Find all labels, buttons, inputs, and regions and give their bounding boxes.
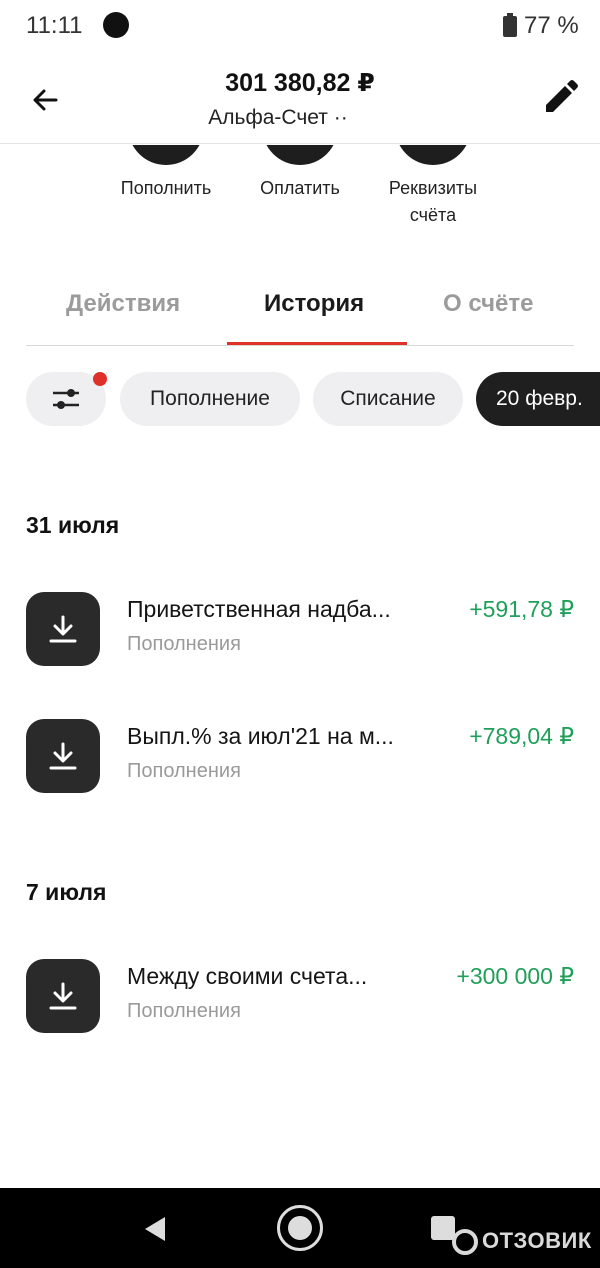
chip-income[interactable]: Пополнение	[120, 372, 300, 426]
transaction-amount: +300 000 ₽	[456, 963, 574, 989]
pay-icon[interactable]	[262, 145, 338, 165]
nav-home-icon[interactable]	[277, 1205, 323, 1251]
date-header: 31 июля	[26, 512, 120, 538]
transaction-row[interactable]: Приветственная надба... Пополнения +591,…	[26, 592, 574, 666]
transaction-category: Пополнения	[127, 633, 241, 655]
action-label: Пополнить	[120, 178, 212, 198]
active-tab-indicator	[227, 342, 407, 345]
status-bar: 11:11 77 %	[0, 0, 600, 52]
top-up-icon[interactable]	[128, 145, 204, 165]
battery-icon	[503, 13, 517, 37]
filter-chips: Пополнение Списание 20 февр.	[0, 372, 600, 426]
date-header: 7 июля	[26, 879, 107, 905]
download-icon	[26, 719, 100, 793]
active-filter-badge	[93, 372, 107, 386]
transaction-title: Между своими счета...	[127, 963, 368, 989]
nav-back-icon[interactable]	[143, 1216, 167, 1242]
action-label: Реквизиты счёта	[388, 178, 478, 225]
watermark: ОТЗОВИК	[482, 1228, 592, 1253]
transaction-row[interactable]: Выпл.% за июл'21 на м... Пополнения +789…	[26, 719, 574, 793]
chip-date-range[interactable]: 20 февр.	[476, 372, 600, 426]
tab-history[interactable]: История	[264, 290, 364, 318]
download-icon	[26, 592, 100, 666]
account-name[interactable]: Альфа-Счет ··	[0, 106, 556, 130]
notification-dot-icon	[103, 12, 129, 38]
status-time: 11:11	[26, 12, 83, 39]
transaction-title: Приветственная надба...	[127, 596, 391, 622]
tab-about-account[interactable]: О счёте	[443, 290, 533, 318]
account-balance: 301 380,82 ₽	[225, 69, 375, 97]
quick-actions: Пополнить Оплатить Реквизиты счёта	[0, 145, 600, 235]
filter-sliders-icon	[53, 389, 79, 409]
nav-recents-icon[interactable]	[431, 1216, 455, 1240]
download-icon	[26, 959, 100, 1033]
transaction-title: Выпл.% за июл'21 на м...	[127, 723, 394, 749]
requisites-icon[interactable]	[395, 145, 471, 165]
transaction-amount: +591,78 ₽	[469, 596, 574, 622]
tab-actions[interactable]: Действия	[66, 290, 180, 318]
transaction-category: Пополнения	[127, 760, 241, 782]
edit-pencil-icon[interactable]	[538, 76, 582, 120]
transaction-amount: +789,04 ₽	[469, 723, 574, 749]
action-label: Оплатить	[260, 178, 340, 198]
account-tabs: Действия История О счёте	[26, 270, 574, 346]
watermark-logo-icon	[452, 1229, 478, 1255]
account-header: 301 380,82 ₽ Альфа-Счет ··	[0, 52, 600, 144]
transaction-row[interactable]: Между своими счета... Пополнения +300 00…	[26, 959, 574, 1033]
battery-level: 77 %	[524, 12, 579, 39]
transaction-category: Пополнения	[127, 1000, 241, 1022]
chip-expense[interactable]: Списание	[313, 372, 463, 426]
